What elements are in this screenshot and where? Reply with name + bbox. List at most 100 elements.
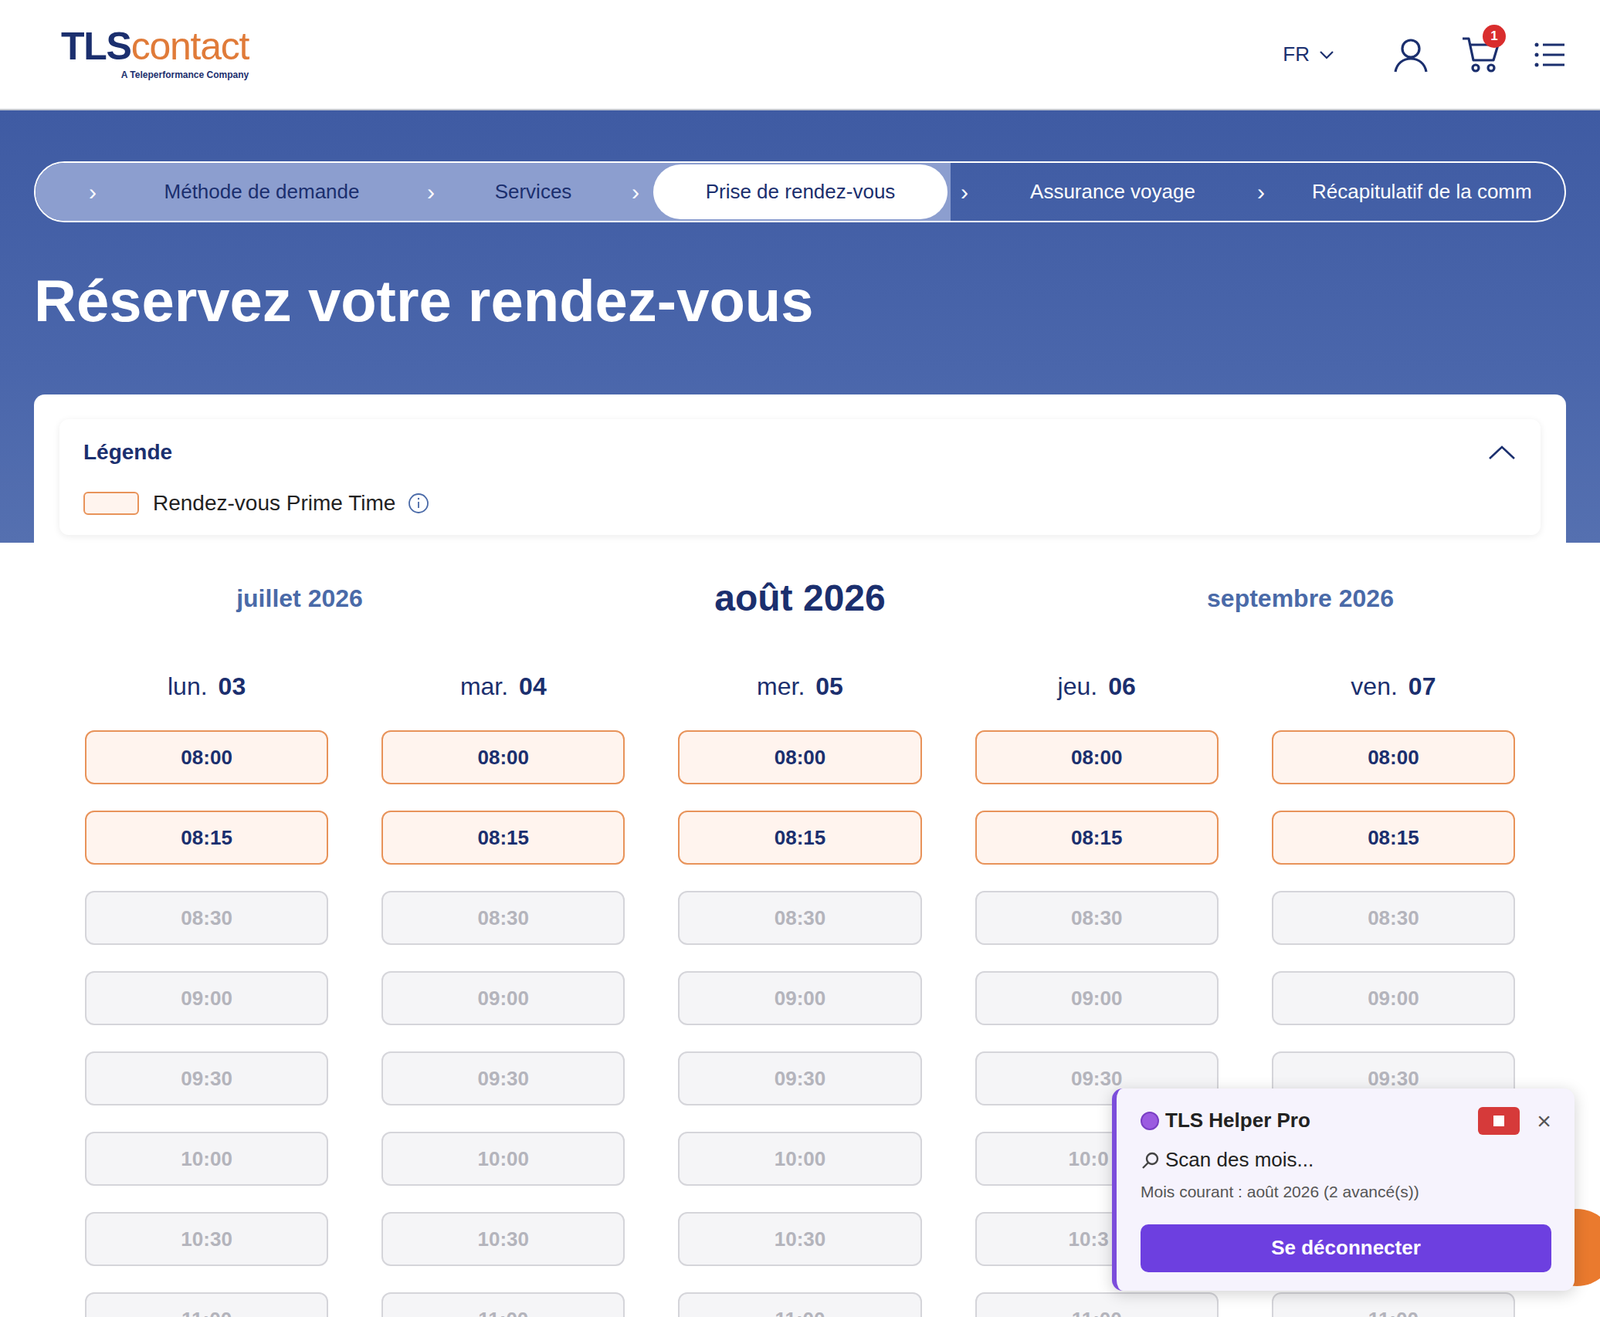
slot-time: 08:30: [477, 903, 530, 934]
slot-time: 08:00: [1071, 742, 1123, 773]
day-header: ven.07: [1271, 671, 1516, 702]
time-slot: 11:00: [84, 1292, 329, 1317]
time-slot[interactable]: 08:15: [84, 810, 329, 865]
step-label[interactable]: Méthode de demande: [100, 176, 424, 207]
day-date: 03: [218, 672, 247, 701]
logo-part: contact: [131, 24, 249, 68]
time-slot: 08:30: [381, 891, 625, 946]
step-label[interactable]: Prise de rendez-vous: [653, 164, 948, 220]
page-title: Réservez votre rendez-vous: [33, 265, 1567, 336]
slot-time: 09:00: [1071, 983, 1123, 1014]
legend-header[interactable]: Légende: [83, 436, 1517, 469]
time-slot[interactable]: 08:00: [381, 730, 625, 785]
cart-button[interactable]: 1: [1461, 35, 1502, 75]
time-slot: 08:30: [975, 891, 1219, 946]
language-selector[interactable]: FR: [1282, 39, 1336, 70]
time-slot: 10:00: [677, 1132, 922, 1187]
slot-time: 08:30: [1367, 903, 1420, 934]
day-header: mer.05: [677, 671, 922, 702]
time-slot: 08:30: [84, 891, 329, 946]
user-icon[interactable]: [1391, 35, 1431, 75]
slot-time: 09:30: [477, 1064, 530, 1095]
logo-tagline: A Teleperformance Company: [121, 67, 249, 82]
time-slot[interactable]: 08:15: [1271, 810, 1516, 865]
helper-title: TLS Helper Pro: [1165, 1105, 1311, 1136]
time-slot[interactable]: 08:15: [381, 810, 625, 865]
logo[interactable]: TLScontactA Teleperformance Company: [61, 27, 249, 82]
step-chevron: ›: [84, 180, 101, 204]
step-label[interactable]: Récapitulatif de la comm: [1268, 176, 1565, 207]
language-label: FR: [1282, 39, 1310, 70]
time-slot: 08:30: [677, 891, 922, 946]
slot-time: 08:00: [180, 742, 233, 773]
slot-time: 10:00: [477, 1144, 530, 1175]
time-slot: 10:00: [381, 1132, 625, 1187]
time-slot[interactable]: 08:15: [677, 810, 922, 865]
step-label[interactable]: Assurance voyage: [972, 176, 1254, 207]
day-column: lun.0308:0008:1508:3009:0009:3010:0010:3…: [84, 671, 329, 1317]
time-slot: 10:00: [84, 1132, 329, 1187]
time-slot: 10:30: [677, 1212, 922, 1267]
slot-time: 10:00: [774, 1144, 827, 1175]
info-icon[interactable]: [407, 492, 430, 515]
breadcrumb-step[interactable]: ›Récapitulatif de la comm: [1253, 162, 1565, 221]
time-slot: 09:00: [1271, 971, 1516, 1026]
step-chevron: ›: [423, 180, 439, 204]
slot-time: 09:30: [1071, 1064, 1123, 1095]
logo-text: TLScontact: [61, 27, 249, 66]
step-chevron: ›: [1253, 180, 1269, 204]
close-button[interactable]: ×: [1536, 1108, 1552, 1134]
list-menu-icon[interactable]: [1533, 39, 1567, 71]
month-tab[interactable]: septembre 2026: [1050, 579, 1551, 617]
day-weekday: ven.: [1350, 672, 1397, 701]
time-slot: 08:30: [1271, 891, 1516, 946]
logout-button[interactable]: Se déconnecter: [1140, 1224, 1552, 1273]
legend-item: Rendez-vous Prime Time: [83, 487, 1517, 520]
slot-time: 09:30: [774, 1064, 827, 1095]
time-slot[interactable]: 08:15: [975, 810, 1219, 865]
slot-time: 10:30: [774, 1224, 827, 1255]
time-slot[interactable]: 08:00: [677, 730, 922, 785]
helper-controls: ×: [1477, 1107, 1552, 1136]
slot-time: 08:00: [1367, 742, 1420, 773]
time-slot[interactable]: 08:00: [1271, 730, 1516, 785]
slot-time: 11:00: [774, 1305, 825, 1317]
chevron-up-icon[interactable]: [1487, 443, 1517, 462]
month-switcher: juillet 2026août 2026septembre 2026: [33, 570, 1567, 627]
step-breadcrumb: ›Méthode de demande›Services›Prise de re…: [33, 161, 1567, 223]
time-slot[interactable]: 08:00: [975, 730, 1219, 785]
slot-time: 11:00: [181, 1305, 232, 1317]
breadcrumb-step[interactable]: ›Méthode de demande: [35, 162, 424, 221]
month-tab[interactable]: juillet 2026: [49, 579, 550, 617]
day-column: mar.0408:0008:1508:3009:0009:3010:0010:3…: [381, 671, 625, 1317]
day-date: 06: [1108, 672, 1136, 701]
day-date: 05: [815, 672, 844, 701]
breadcrumb-step[interactable]: ›Prise de rendez-vous: [627, 162, 951, 221]
header-actions: FR 1: [1282, 35, 1567, 75]
breadcrumb-step[interactable]: ›Services: [423, 162, 628, 221]
breadcrumb-step[interactable]: ›Assurance voyage: [950, 162, 1254, 221]
legend-panel: Légende Rendez-vous Prime Time: [59, 419, 1541, 536]
time-slot: 09:30: [84, 1051, 329, 1106]
slot-time: 08:15: [1367, 823, 1420, 854]
time-slot[interactable]: 08:00: [84, 730, 329, 785]
slot-time: 09:00: [477, 983, 530, 1014]
stop-button[interactable]: [1477, 1107, 1520, 1136]
cart-badge: 1: [1482, 24, 1506, 48]
time-slot: 11:00: [1271, 1292, 1516, 1317]
slot-time: 11:00: [477, 1305, 529, 1317]
day-header: lun. 03: [84, 671, 329, 702]
slot-time: 08:30: [774, 903, 827, 934]
time-slot: 09:00: [975, 971, 1219, 1026]
helper-detail: Mois courant : août 2026 (2 avancé(s)): [1140, 1179, 1552, 1205]
time-slot: 11:00: [975, 1292, 1219, 1317]
step-label[interactable]: Services: [438, 176, 628, 207]
day-weekday: jeu.: [1057, 672, 1099, 701]
time-slot: 10:30: [381, 1212, 625, 1267]
month-tab[interactable]: août 2026: [549, 570, 1051, 627]
helper-header: TLS Helper Pro ×: [1140, 1105, 1552, 1136]
slot-time: 08:00: [477, 742, 530, 773]
legend-label: Rendez-vous Prime Time: [152, 487, 396, 520]
day-weekday: lun.: [167, 672, 208, 701]
helper-status-text: Scan des mois...: [1165, 1145, 1314, 1176]
